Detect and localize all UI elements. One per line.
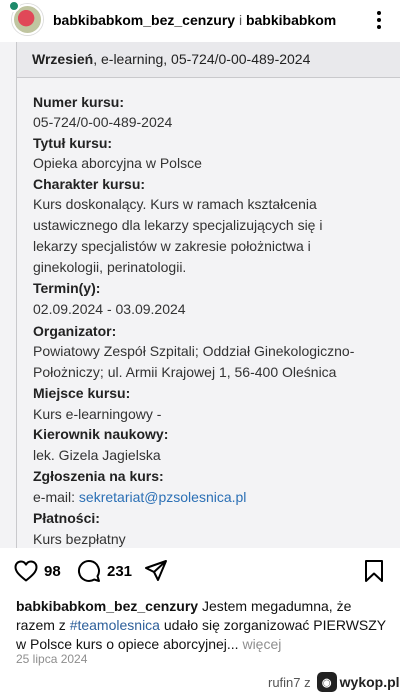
more-dot-icon	[377, 25, 381, 29]
more-options-button[interactable]	[368, 9, 390, 31]
field-label: Organizator:	[33, 323, 117, 339]
post-header: babkibabkom_bez_cenzury i babkibabkom	[0, 0, 400, 42]
coauthor-username[interactable]: babkibabkom	[246, 12, 336, 28]
field-value: Powiatowy Zespół Szpitali; Oddział Ginek…	[33, 343, 355, 359]
avatar-badge	[8, 0, 20, 12]
email-prefix: e-mail:	[33, 489, 79, 505]
email-link[interactable]: sekretariat@pzsolesnica.pl	[79, 489, 247, 505]
document-header-month: Wrzesień	[32, 51, 94, 67]
field-value: Opieka aborcyjna w Polsce	[33, 155, 202, 171]
watermark-z: z	[304, 674, 311, 690]
field-value: Kurs bezpłatny	[33, 531, 126, 547]
field-label: Płatności:	[33, 510, 100, 526]
field-label: Kierownik naukowy:	[33, 426, 169, 442]
save-button[interactable]	[364, 559, 384, 583]
comment-count[interactable]: 231	[107, 563, 132, 580]
wykop-logo: ◉ wykop.pl	[316, 672, 400, 692]
post-image[interactable]: Wrzesień, e-learning, 05-724/0-00-489-20…	[0, 42, 400, 548]
field-value: Kurs e-learningowy -	[33, 406, 162, 422]
post-caption: babkibabkom_bez_cenzury Jestem megadumna…	[16, 597, 388, 654]
field-label: Numer kursu:	[33, 94, 125, 110]
author-username[interactable]: babkibabkom_bez_cenzury	[53, 12, 235, 28]
share-button[interactable]	[144, 559, 168, 583]
document-header-details: , e-learning, 05-724/0-00-489-2024	[93, 51, 311, 67]
field-value: lek. Gizela Jagielska	[33, 447, 161, 463]
like-button[interactable]: 98	[14, 560, 61, 582]
document-header-text: Wrzesień, e-learning, 05-724/0-00-489-20…	[32, 51, 310, 67]
field-label: Termin(y):	[33, 280, 101, 296]
wykop-logo-icon: ◉	[316, 672, 337, 692]
comment-icon	[78, 560, 100, 582]
caption-hashtag[interactable]: #teamolesnica	[70, 617, 160, 633]
post-date: 25 lipca 2024	[16, 652, 88, 666]
field-value: ginekologii, perinatologii.	[33, 259, 187, 275]
send-icon	[145, 560, 167, 581]
caption-username[interactable]: babkibabkom_bez_cenzury	[16, 598, 198, 614]
caption-more-link[interactable]: więcej	[239, 636, 281, 652]
watermark-site: wykop.pl	[339, 674, 400, 690]
action-bar: 98 231	[0, 556, 400, 590]
field-value: 02.09.2024 - 03.09.2024	[33, 301, 186, 317]
bookmark-icon	[365, 560, 383, 582]
field-value: Położniczy; ul. Armii Krajowej 1, 56-400…	[33, 364, 337, 380]
field-label: Miejsce kursu:	[33, 385, 131, 401]
watermark-user: rufin7	[268, 674, 301, 690]
field-value: 05-724/0-00-489-2024	[33, 114, 173, 130]
more-dot-icon	[377, 18, 381, 22]
author-separator: i	[238, 12, 243, 28]
field-label: Zgłoszenia na kurs:	[33, 468, 164, 484]
field-value: ustawicznego dla lekarzy specjalizującyc…	[33, 217, 323, 233]
document-body: Numer kursu: 05-724/0-00-489-2024 Tytuł …	[16, 78, 400, 548]
heart-icon	[14, 560, 38, 582]
field-label: Tytuł kursu:	[33, 135, 113, 151]
like-count[interactable]: 98	[44, 563, 61, 580]
comment-button[interactable]: 231	[77, 559, 132, 583]
post-authors: babkibabkom_bez_cenzury i babkibabkom	[53, 12, 336, 28]
more-dot-icon	[377, 11, 381, 15]
document-header: Wrzesień, e-learning, 05-724/0-00-489-20…	[16, 42, 400, 78]
field-value: e-mail: sekretariat@pzsolesnica.pl	[33, 487, 246, 507]
field-value: Kurs doskonalący. Kurs w ramach kształce…	[33, 196, 317, 212]
field-label: Charakter kursu:	[33, 176, 146, 192]
field-value: lekarzy specjalistów w zakresie położnic…	[33, 238, 311, 254]
watermark: rufin7 z ◉ wykop.pl	[268, 671, 400, 693]
